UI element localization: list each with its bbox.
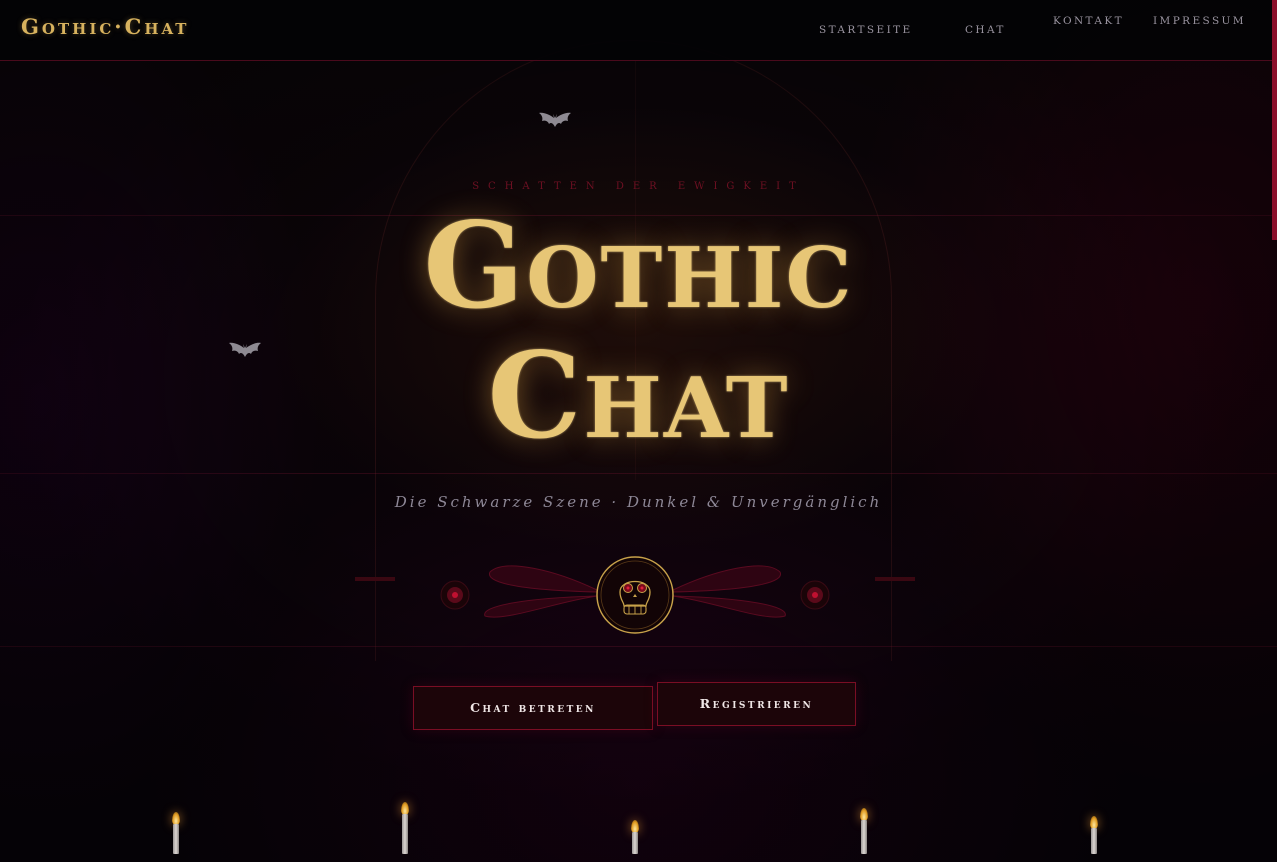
ornament-bar	[355, 577, 395, 581]
hero-title-line-1: Gothic	[423, 196, 854, 335]
nav-link-chat[interactable]: Chat	[965, 24, 1006, 36]
ornament-bar	[875, 577, 915, 581]
site-logo[interactable]: Gothic·Chat	[21, 14, 189, 39]
hero-title-line-2: Chat	[487, 326, 790, 465]
hero-subtitle: Die Schwarze Szene · Dunkel & Unvergängl…	[394, 493, 883, 511]
candle-icon	[172, 812, 180, 854]
nav-link-impressum[interactable]: Impressum	[1153, 15, 1246, 27]
hero-eyebrow: SCHATTEN DER EWIGKEIT	[472, 181, 805, 192]
skull-icon	[596, 556, 674, 634]
candle-icon	[401, 802, 409, 854]
red-eye-icon	[800, 580, 830, 610]
bat-icon	[539, 112, 571, 127]
right-wing-icon	[672, 565, 786, 618]
candle-icon	[860, 808, 868, 854]
register-button[interactable]: Registrieren	[657, 682, 856, 726]
top-navigation: Gothic·Chat Startseite Chat Kontakt Impr…	[0, 0, 1277, 61]
winged-skull-ornament	[355, 556, 915, 634]
nav-link-kontakt[interactable]: Kontakt	[1053, 15, 1124, 27]
candle-icon	[1090, 816, 1098, 854]
candle-icon	[631, 820, 639, 854]
nav-link-startseite[interactable]: Startseite	[819, 24, 913, 36]
red-eye-icon	[440, 580, 470, 610]
left-wing-icon	[484, 565, 598, 618]
enter-chat-button[interactable]: Chat betreten	[413, 686, 653, 730]
landing-page: Gothic·Chat Startseite Chat Kontakt Impr…	[0, 0, 1277, 862]
